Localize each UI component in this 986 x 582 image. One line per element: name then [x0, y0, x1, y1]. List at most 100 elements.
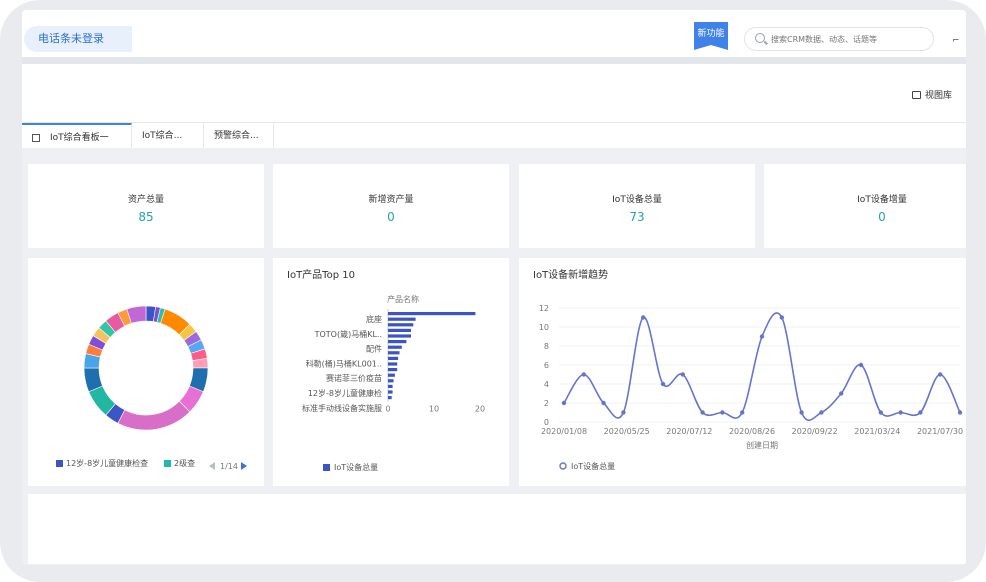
- data-point: [839, 391, 844, 396]
- data-point: [957, 410, 963, 415]
- search-box[interactable]: [744, 27, 934, 51]
- copy-icon: [32, 133, 40, 142]
- kpi-value: 85: [138, 210, 154, 224]
- y-tick-label: 标准手动线设备实施服: [302, 403, 382, 413]
- legend-label: IoT设备总量: [571, 461, 615, 471]
- kpi-value: 73: [629, 210, 645, 224]
- bar: [388, 368, 398, 372]
- y-tick-label: 12岁-8岁儿童健康检: [308, 388, 382, 398]
- x-tick-label: 2021/07/30: [917, 427, 963, 436]
- donut-slice: [117, 400, 191, 431]
- legend-prev-icon: [209, 462, 215, 470]
- legend-item-label: 2级查: [174, 458, 195, 468]
- tab-iot-dashboard-1[interactable]: IoT综合看板一: [22, 123, 132, 149]
- x-tick-label: 2020/09/22: [792, 427, 838, 436]
- y-tick-label: 0: [544, 418, 549, 427]
- data-point: [581, 372, 586, 377]
- bar: [388, 317, 416, 321]
- phone-status-tab[interactable]: 电话条未登录: [24, 26, 132, 52]
- y-tick-label: 科勒(桶)马桶KL001..: [306, 358, 382, 368]
- y-tick-label: 6: [544, 361, 549, 370]
- data-point: [660, 381, 666, 387]
- data-point: [740, 410, 745, 415]
- legend-swatch: [164, 460, 171, 467]
- data-point: [918, 410, 923, 415]
- search-icon: [755, 33, 765, 43]
- search-input[interactable]: [771, 28, 931, 50]
- x-tick-label: 2021/03/24: [854, 427, 900, 436]
- app-screen: 电话条未登录 新功能 ⌐ 视图库 IoT综合看板一 IoT综合... 预警综合.…: [22, 10, 966, 565]
- y-tick-label: 赛诺菲三价疫苗: [326, 373, 382, 383]
- tab-label: IoT综合...: [142, 131, 183, 141]
- x-tick-label: 10: [429, 405, 439, 414]
- y-tick-label: 4: [544, 380, 549, 389]
- kpi-card-iot-increment: IoT设备增量 0: [764, 164, 966, 248]
- y-tick-label: TOTO(箴)马桶KL..: [314, 329, 382, 339]
- series-line: [563, 312, 961, 422]
- bar: [388, 312, 476, 316]
- y-tick-label: 8: [544, 342, 549, 351]
- legend-label: IoT设备总量: [334, 462, 378, 472]
- bar: [388, 373, 395, 377]
- dashboard-content: 资产总量 85 新增资产量 0 IoT设备总量 73 IoT设备增量 0 12岁…: [22, 148, 966, 565]
- view-library-button[interactable]: 视图库: [912, 88, 952, 101]
- legend-page-indicator: 1/14: [220, 462, 238, 471]
- kpi-label: 资产总量: [127, 195, 164, 205]
- kpi-card-new-assets: 新增资产量 0: [273, 164, 509, 248]
- data-point: [561, 400, 567, 406]
- kpi-value: 0: [878, 210, 886, 224]
- tab-iot-dashboard-2[interactable]: IoT综合...: [132, 123, 204, 149]
- bar: [388, 340, 407, 344]
- y-tick-label: 配件: [366, 344, 382, 354]
- bar: [388, 345, 402, 349]
- data-point: [819, 410, 824, 415]
- user-menu-icon[interactable]: ⌐: [952, 36, 960, 46]
- data-point: [878, 410, 883, 415]
- bar: [388, 379, 394, 383]
- kpi-label: IoT设备增量: [857, 195, 907, 205]
- kpi-card-iot-total: IoT设备总量 73: [519, 164, 755, 248]
- tab-label: 预警综合...: [214, 131, 259, 141]
- header-divider: [22, 57, 966, 64]
- data-point: [799, 410, 804, 415]
- y-tick-label: 2: [544, 399, 549, 408]
- kpi-value: 0: [387, 210, 395, 224]
- bar: [388, 351, 400, 355]
- printer-icon: [912, 90, 921, 99]
- dashboard-tabs: IoT综合看板一 IoT综合... 预警综合...: [22, 122, 966, 149]
- legend-swatch: [56, 460, 63, 467]
- y-tick-label: 10: [539, 323, 549, 332]
- x-tick-label: 2020/05/25: [604, 427, 650, 436]
- top10-panel: IoT产品Top 10 产品名称 底座 TOTO(箴)马桶KL.. 配件 科勒(桶)马桶…: [273, 258, 509, 486]
- x-axis-title: 创建日期: [746, 440, 778, 450]
- data-point: [641, 315, 646, 320]
- trend-line-chart: 0 2 4 6 8 10 12 2020/01/08 2020/05/25 2020/07/12 2…: [539, 304, 963, 471]
- tab-label: IoT综合看板一: [50, 133, 109, 143]
- tab-alert-dashboard[interactable]: 预警综合...: [204, 123, 274, 149]
- kpi-card-total-assets: 资产总量 85: [28, 164, 264, 248]
- data-point: [858, 362, 864, 368]
- top10-bar-chart: 产品名称底座 TOTO(箴)马桶KL.. 配件科勒(桶)马桶KL001.. 赛诺菲三价…: [302, 294, 485, 472]
- x-tick-label: 2020/08/26: [729, 427, 775, 436]
- data-point: [759, 334, 765, 339]
- bar: [388, 328, 411, 332]
- bottom-panel: [28, 494, 966, 564]
- top-bar: 电话条未登录 新功能 ⌐: [22, 10, 966, 62]
- legend-swatch: [323, 464, 330, 471]
- donut-panel: 12岁-8岁儿童健康检查 2级查 1/14: [28, 258, 264, 486]
- data-point: [700, 410, 705, 415]
- data-point: [720, 410, 725, 415]
- axis-title: 产品名称: [387, 294, 419, 304]
- x-tick-label: 2020/07/12: [666, 427, 712, 436]
- x-tick-label: 20: [475, 405, 485, 414]
- view-library-label: 视图库: [925, 91, 953, 101]
- dashboard-toolbar: 视图库: [22, 64, 966, 122]
- kpi-label: 新增资产量: [368, 195, 414, 205]
- kpi-label: IoT设备总量: [612, 195, 662, 205]
- new-feature-badge[interactable]: 新功能: [694, 22, 728, 50]
- bar: [388, 362, 398, 366]
- legend-swatch: [559, 462, 567, 470]
- panel-title: IoT设备新增趋势: [533, 270, 609, 281]
- donut-chart: 12岁-8岁儿童健康检查 2级查 1/14: [56, 305, 247, 471]
- data-point: [898, 410, 903, 415]
